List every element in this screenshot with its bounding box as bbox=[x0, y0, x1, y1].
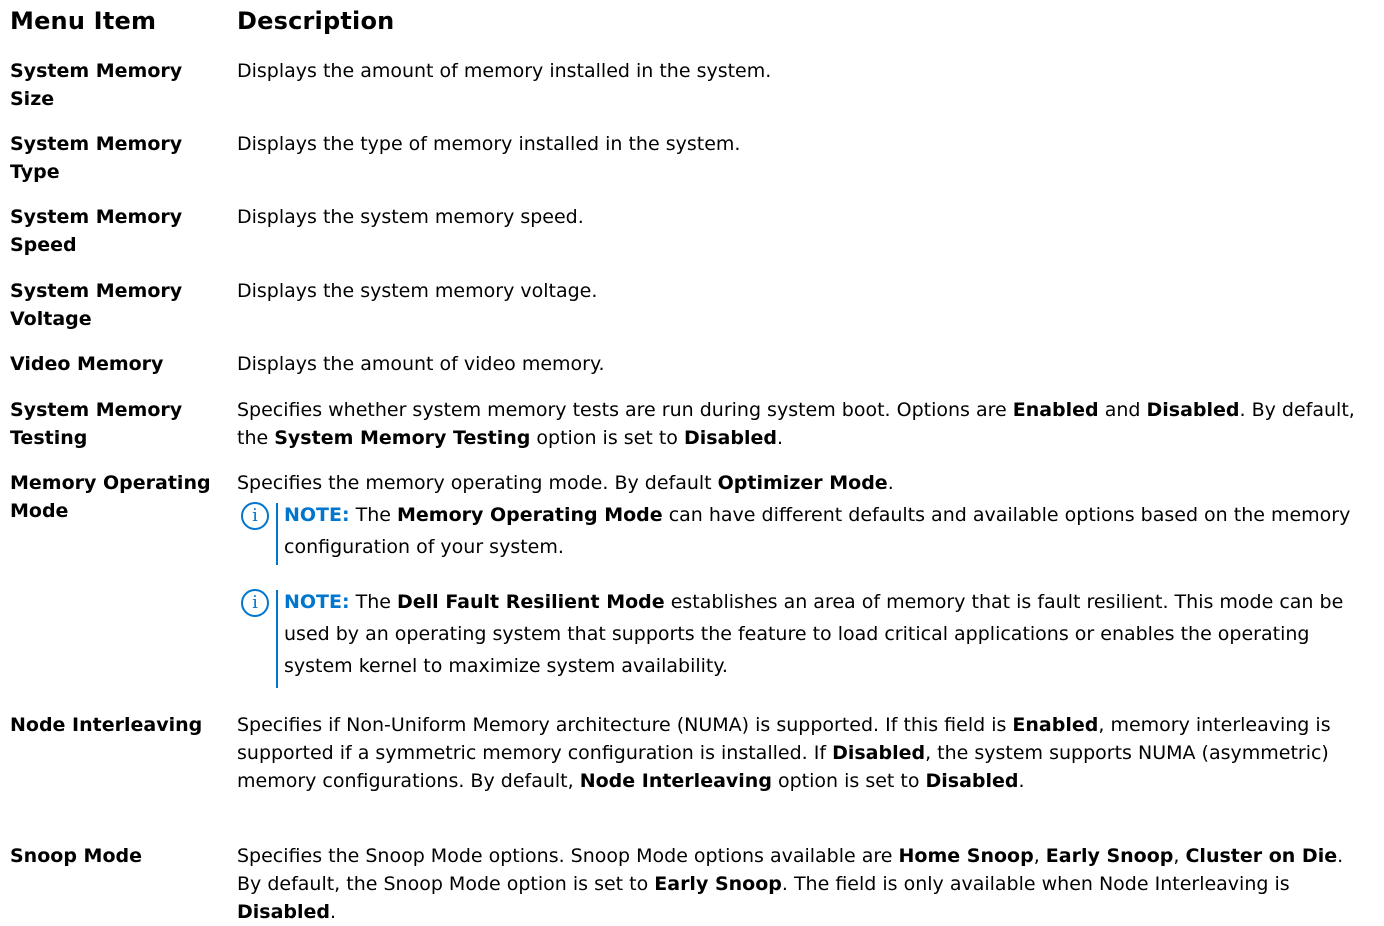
info-icon: i bbox=[241, 589, 269, 617]
row-desc-system-memory-size: Displays the amount of memory installed … bbox=[237, 60, 772, 82]
row-label-system-memory-testing: System Memory Testing bbox=[10, 399, 183, 449]
note-accent-bar bbox=[276, 590, 278, 688]
note-accent-bar bbox=[276, 503, 278, 565]
note-dell-fault-resilient-mode: i NOTE: The Dell Fault Resilient Mode es… bbox=[241, 586, 1361, 688]
row-desc-system-memory-voltage: Displays the system memory voltage. bbox=[237, 280, 598, 302]
row-desc-snoop-mode: Specifies the Snoop Mode options. Snoop … bbox=[237, 845, 1344, 923]
description-heading: Description bbox=[237, 7, 395, 35]
menu-item-heading: Menu Item bbox=[10, 7, 157, 35]
row-label-video-memory: Video Memory bbox=[10, 353, 164, 375]
row-desc-system-memory-type: Displays the type of memory installed in… bbox=[237, 133, 741, 155]
row-desc-video-memory: Displays the amount of video memory. bbox=[237, 353, 605, 375]
row-desc-memory-operating-mode: Specifies the memory operating mode. By … bbox=[237, 472, 894, 494]
row-label-system-memory-size: System Memory Size bbox=[10, 60, 183, 110]
row-label-system-memory-type: System Memory Type bbox=[10, 133, 183, 183]
note-text: NOTE: The Memory Operating Mode can have… bbox=[284, 504, 1351, 558]
info-icon: i bbox=[241, 502, 269, 530]
row-label-system-memory-voltage: System Memory Voltage bbox=[10, 280, 183, 330]
row-label-system-memory-speed: System Memory Speed bbox=[10, 206, 183, 256]
row-label-snoop-mode: Snoop Mode bbox=[10, 845, 142, 867]
note-text: NOTE: The Dell Fault Resilient Mode esta… bbox=[284, 591, 1344, 677]
row-label-node-interleaving: Node Interleaving bbox=[10, 714, 203, 736]
row-desc-node-interleaving: Specifies if Non-Uniform Memory architec… bbox=[237, 714, 1331, 792]
row-label-memory-operating-mode: Memory Operating Mode bbox=[10, 472, 211, 522]
note-memory-operating-mode: i NOTE: The Memory Operating Mode can ha… bbox=[241, 499, 1361, 569]
row-desc-system-memory-testing: Specifies whether system memory tests ar… bbox=[237, 399, 1355, 449]
row-desc-system-memory-speed: Displays the system memory speed. bbox=[237, 206, 584, 228]
